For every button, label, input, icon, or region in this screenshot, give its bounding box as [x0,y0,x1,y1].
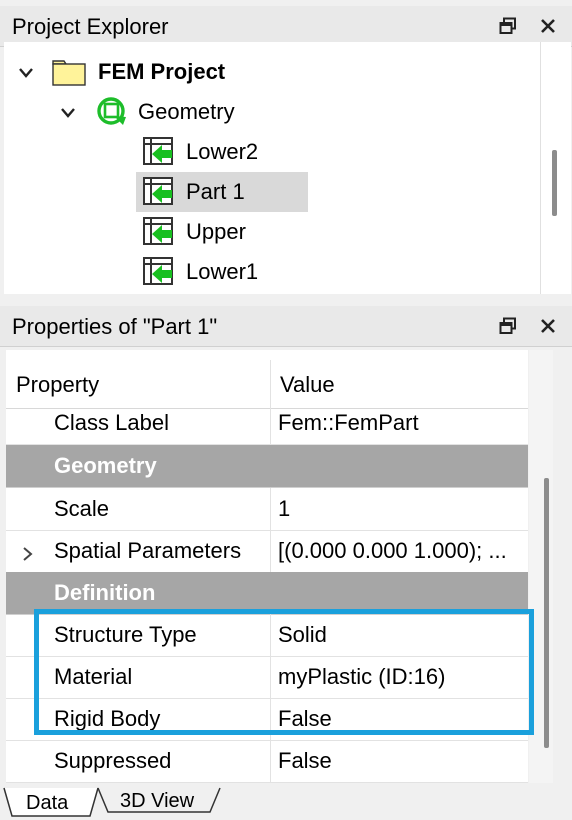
part-icon [142,176,176,208]
properties-titlebar: Properties of "Part 1" [0,306,572,347]
folder-icon [52,58,86,86]
tree-item-part[interactable]: Upper [136,212,308,252]
tree-item-part[interactable]: Lower1 [136,252,308,292]
undock-icon[interactable] [492,10,524,42]
tree-label-part: Lower1 [186,259,259,284]
tab-data[interactable]: Data [26,792,68,815]
properties-scrollbar-thumb[interactable] [544,478,549,748]
chevron-down-icon[interactable] [18,59,38,85]
properties-title: Properties of "Part 1" [12,314,218,339]
chevron-right-icon[interactable] [22,542,34,568]
property-row-class-label[interactable]: Class Label Fem::FemPart [6,402,528,445]
undock-icon[interactable] [492,310,524,342]
property-name: Class Label [54,410,169,435]
property-value: 1 [278,496,291,521]
tree-label-part: Lower2 [186,139,259,164]
property-name: Scale [54,496,110,521]
tree-label-part: Upper [186,219,246,244]
group-header-geometry[interactable]: Geometry [6,445,528,488]
highlight-box [34,609,534,735]
tab-3d-view[interactable]: 3D View [120,790,194,813]
project-tree[interactable]: FEM Project Geometry Lower2 Part 1 Upper… [4,42,541,294]
tree-label-geometry: Geometry [138,99,235,124]
tree-label-root: FEM Project [98,59,226,84]
property-value: False [278,748,332,773]
close-icon[interactable] [532,10,564,42]
tree-item-part-selected[interactable]: Part 1 [136,172,308,212]
geometry-icon [96,96,128,128]
tree-scrollbar[interactable] [541,42,571,294]
group-label: Definition [54,580,156,605]
project-explorer-title: Project Explorer [12,14,169,39]
property-name: Spatial Parameters [54,538,242,563]
group-label: Geometry [54,453,157,478]
part-icon [142,256,176,288]
property-value: Fem::FemPart [278,410,419,435]
part-icon [142,136,176,168]
tree-scrollbar-thumb[interactable] [552,150,557,216]
property-row-scale[interactable]: Scale 1 [6,488,528,531]
property-value: [(0.000 0.000 1.000); ... [278,538,507,563]
tree-item-fem-project[interactable]: FEM Project [18,52,225,92]
project-explorer-titlebar: Project Explorer [0,6,572,47]
close-icon[interactable] [532,310,564,342]
tree-label-part: Part 1 [186,179,245,204]
bottom-tab-bar: Data 3D View [0,786,572,820]
property-row-spatial-parameters[interactable]: Spatial Parameters [(0.000 0.000 1.000);… [6,530,528,573]
property-row-suppressed[interactable]: Suppressed False [6,740,528,783]
column-header-property[interactable]: Property [16,372,99,398]
chevron-down-icon[interactable] [60,99,80,125]
property-name: Suppressed [54,748,172,773]
part-icon [142,216,176,248]
tree-item-geometry[interactable]: Geometry [60,92,235,132]
tree-item-part[interactable]: Lower2 [136,132,308,172]
column-header-value[interactable]: Value [280,372,335,398]
